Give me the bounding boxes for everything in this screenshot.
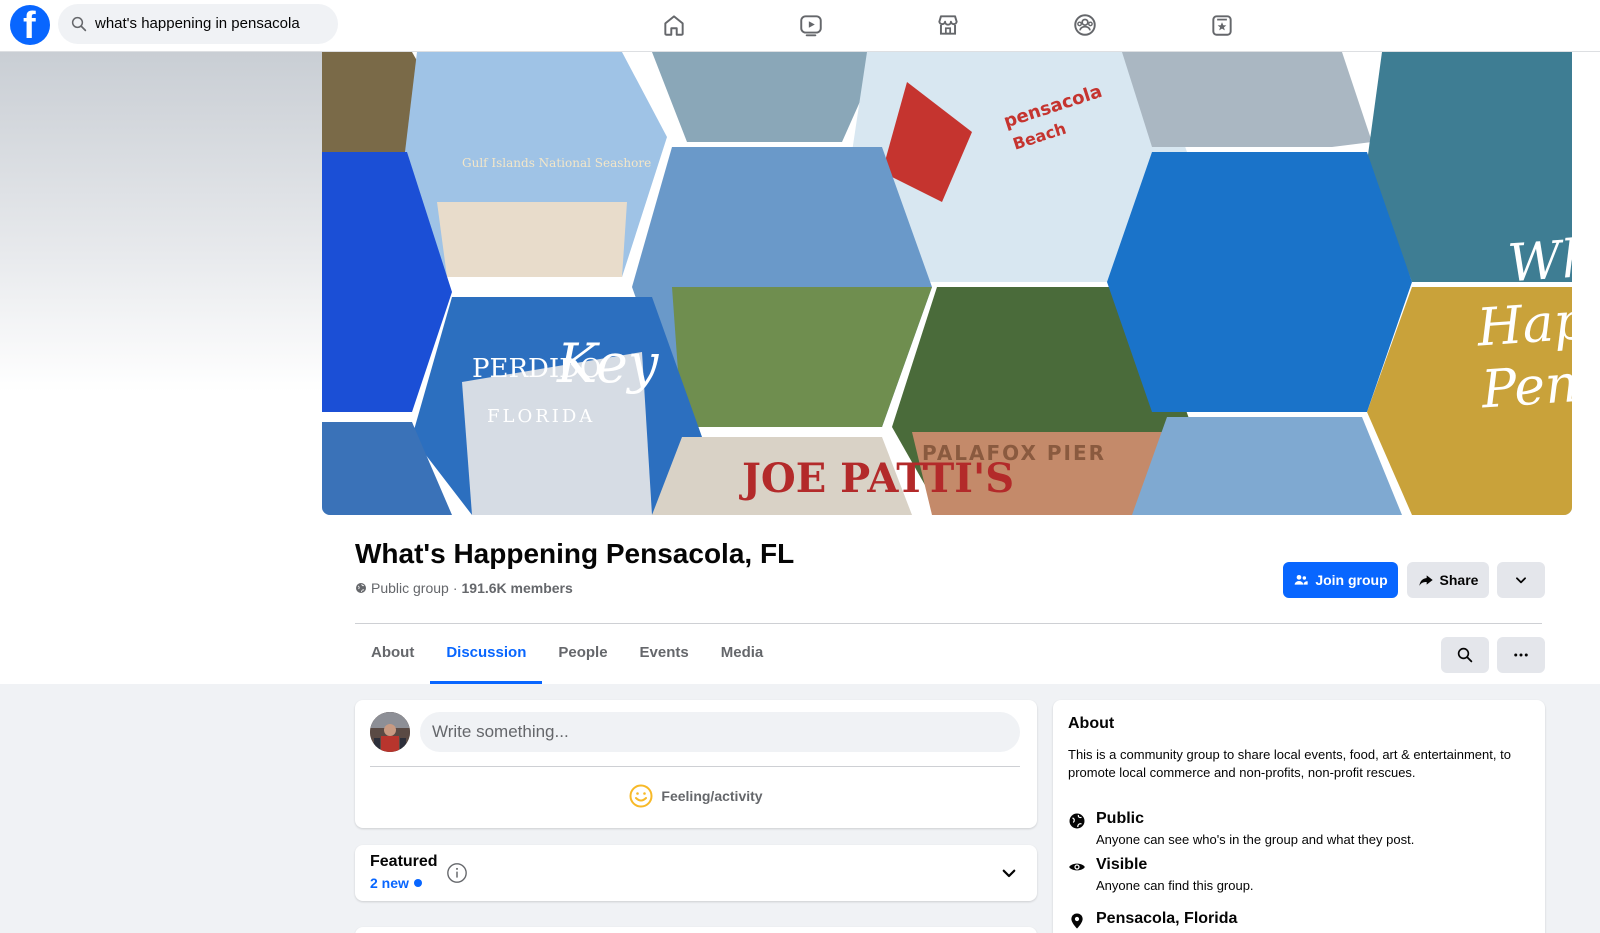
more-options-dropdown-button[interactable] <box>1497 562 1545 598</box>
feeling-activity-label: Feeling/activity <box>661 788 763 804</box>
featured-new-label: 2 new <box>370 875 409 891</box>
svg-text:PALAFOX PIER: PALAFOX PIER <box>922 441 1106 465</box>
facebook-logo[interactable]: f <box>10 5 50 47</box>
avatar[interactable] <box>370 712 410 752</box>
svg-text:FLORIDA: FLORIDA <box>487 406 595 427</box>
ellipsis-icon <box>1514 653 1528 657</box>
cover-photo[interactable]: JOE PATTI'S PERDIDO Key FLORIDA Gulf Isl… <box>322 52 1572 515</box>
search-icon <box>71 16 87 32</box>
chevron-down-icon[interactable] <box>1000 864 1018 882</box>
about-public-desc: Anyone can see who's in the group and wh… <box>1096 832 1415 847</box>
search-input[interactable]: what's happening in pensacola <box>95 15 300 32</box>
share-icon <box>1418 575 1433 586</box>
about-description: This is a community group to share local… <box>1068 747 1511 780</box>
info-icon[interactable] <box>446 862 468 884</box>
top-navigation-bar: f what's happening in pensacola <box>0 0 1600 52</box>
svg-text:Gulf Islands National Seashore: Gulf Islands National Seashore <box>462 156 651 170</box>
chevron-down-icon <box>1516 577 1526 584</box>
tab-people[interactable]: People <box>542 627 623 684</box>
tab-media[interactable]: Media <box>705 627 780 684</box>
new-dot-indicator <box>413 879 422 887</box>
join-group-button[interactable]: Join group <box>1283 562 1398 598</box>
groups-icon[interactable] <box>1072 12 1098 38</box>
write-something-input[interactable]: Write something... <box>420 712 1020 752</box>
about-visible-desc: Anyone can find this group. <box>1096 878 1254 893</box>
gaming-icon[interactable] <box>1209 12 1235 38</box>
marketplace-icon[interactable] <box>935 12 961 38</box>
featured-title: Featured <box>370 853 438 870</box>
search-icon <box>1457 647 1473 663</box>
search-box[interactable]: what's happening in pensacola <box>58 4 338 44</box>
next-post-card <box>355 927 1037 933</box>
share-label: Share <box>1439 572 1479 588</box>
eye-icon <box>1069 863 1085 871</box>
home-icon[interactable] <box>661 12 687 38</box>
group-tabs: About Discussion People Events Media <box>355 627 779 684</box>
featured-new-count: 2 new <box>370 875 422 891</box>
featured-section[interactable]: Featured 2 new <box>355 845 1037 901</box>
cover-backdrop <box>0 52 322 392</box>
smiley-icon <box>629 784 653 808</box>
group-more-button[interactable] <box>1497 637 1545 673</box>
header-divider <box>355 623 1542 624</box>
profile-photo-image <box>370 712 410 752</box>
group-name[interactable]: What's Happening Pensacola, FL <box>355 538 794 570</box>
privacy-label[interactable]: Public group <box>371 580 449 596</box>
post-composer: Write something... Feeling/activity <box>355 700 1037 828</box>
share-button[interactable]: Share <box>1407 562 1489 598</box>
about-title: About <box>1068 715 1115 732</box>
location-pin-icon <box>1071 913 1083 929</box>
svg-text:Key: Key <box>556 332 660 395</box>
tab-about[interactable]: About <box>355 627 430 684</box>
meta-separator: · <box>452 580 458 596</box>
about-card: About This is a community group to share… <box>1053 700 1545 933</box>
group-search-button[interactable] <box>1441 637 1489 673</box>
video-icon[interactable] <box>798 12 824 38</box>
globe-icon <box>356 583 366 593</box>
composer-divider <box>370 766 1020 767</box>
cover-collage-image: JOE PATTI'S PERDIDO Key FLORIDA Gulf Isl… <box>322 52 1572 515</box>
tab-discussion[interactable]: Discussion <box>430 627 543 684</box>
member-count[interactable]: 191.6K members <box>462 580 573 596</box>
feeling-activity-button[interactable]: Feeling/activity <box>355 778 1037 814</box>
add-people-icon <box>1294 575 1308 585</box>
globe-icon <box>1069 813 1085 829</box>
cover-title-overlay: What's Happening Pensacola <box>1471 219 1572 422</box>
tab-events[interactable]: Events <box>624 627 705 684</box>
group-meta: Public group · 191.6K members <box>355 580 573 596</box>
about-visible-title: Visible <box>1096 856 1148 873</box>
about-public-title: Public <box>1096 810 1145 827</box>
about-location[interactable]: Pensacola, Florida <box>1096 910 1237 928</box>
join-group-label: Join group <box>1315 572 1388 588</box>
